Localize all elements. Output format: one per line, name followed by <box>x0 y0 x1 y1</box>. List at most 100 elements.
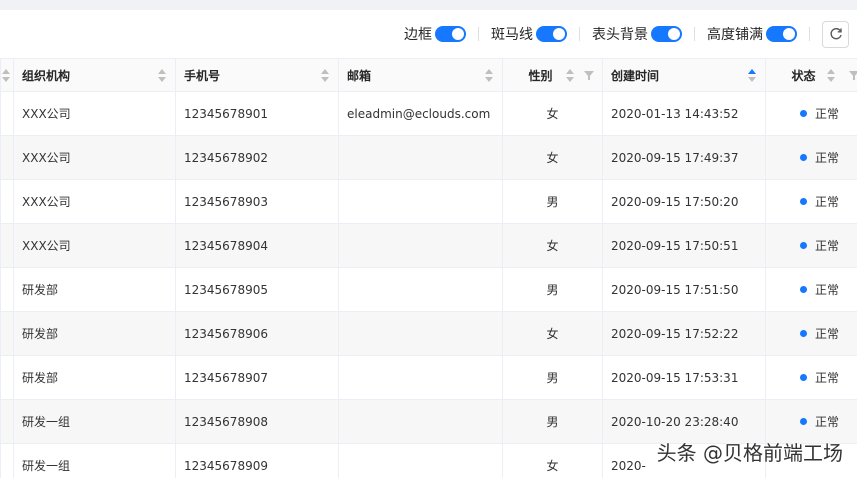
status-label: 正常 <box>814 371 839 385</box>
status-dot <box>799 110 807 117</box>
cell-phone: 12345678908 <box>175 399 339 444</box>
cell-org: 研发部 <box>13 355 176 400</box>
sort-icon[interactable] <box>566 69 574 82</box>
cell-org-text: XXX公司 <box>22 239 71 253</box>
sort-icon[interactable] <box>2 69 10 82</box>
cell-created-text: 2020-09-15 17:49:37 <box>611 150 739 165</box>
cell-phone: 12345678901 <box>175 91 339 136</box>
toolbar-divider <box>809 27 810 41</box>
cell-phone-text: 12345678904 <box>184 238 268 253</box>
cell-org: 研发一组 <box>13 443 176 478</box>
toggle-full-height[interactable]: 高度铺满 <box>707 24 797 44</box>
cell-created-text: 2020-09-15 17:50:20 <box>611 194 739 209</box>
status-label: 正常 <box>814 239 839 253</box>
toggle-stripe[interactable]: 斑马线 <box>491 24 567 44</box>
table-row[interactable]: 研发部 12345678907 男 2020-09-15 17:53:31 正常 <box>0 355 857 400</box>
sort-icon[interactable] <box>321 69 329 82</box>
cell-phone-text: 12345678906 <box>184 326 268 341</box>
cell-org: 研发部 <box>13 267 176 312</box>
table-panel: 边框 斑马线 表头背景 高度铺满 组织机构 手机号 邮箱 性别 创建时间 状态 … <box>0 10 857 478</box>
toolbar-divider <box>478 27 479 41</box>
cell-phone: 12345678902 <box>175 135 339 180</box>
cell-phone-text: 12345678909 <box>184 458 268 473</box>
column-header-label: 创建时间 <box>611 68 660 83</box>
column-header-created[interactable]: 创建时间 <box>602 58 766 92</box>
table-row[interactable]: 研发部 12345678906 女 2020-09-15 17:52:22 正常 <box>0 311 857 356</box>
watermark: 头条 @贝格前端工场 <box>656 441 843 465</box>
toggle-border[interactable]: 边框 <box>404 24 466 44</box>
cell-org-text: 研发部 <box>22 371 59 385</box>
column-header-phone[interactable]: 手机号 <box>175 58 339 92</box>
cell-gender-text: 男 <box>546 371 559 385</box>
cell-org: 研发一组 <box>13 399 176 444</box>
cell-phone: 12345678906 <box>175 311 339 356</box>
toggle-stripe-switch[interactable] <box>536 26 567 42</box>
cell-gender-text: 女 <box>546 239 559 253</box>
cell-created-text: 2020-09-15 17:51:50 <box>611 282 739 297</box>
column-header-email[interactable]: 邮箱 <box>338 58 503 92</box>
column-header-org[interactable]: 组织机构 <box>13 58 176 92</box>
status-label: 正常 <box>814 195 839 209</box>
filter-icon[interactable] <box>584 71 594 80</box>
cell-org-text: 研发部 <box>22 283 59 297</box>
cell-created: 2020-09-15 17:51:50 <box>602 267 766 312</box>
cell-gender-text: 男 <box>546 283 559 297</box>
user-table: 组织机构 手机号 邮箱 性别 创建时间 状态 XXX公司 12345678901… <box>0 58 857 478</box>
cell-gender: 女 <box>502 311 603 356</box>
cell-email <box>338 443 503 478</box>
table-row[interactable]: 研发部 12345678905 男 2020-09-15 17:51:50 正常 <box>0 267 857 312</box>
cell-org-text: 研发一组 <box>22 459 71 473</box>
status-dot <box>799 242 807 249</box>
cell-org-text: XXX公司 <box>22 151 71 165</box>
sort-icon[interactable] <box>158 69 166 82</box>
switch-knob <box>783 28 795 40</box>
cell-cut <box>0 179 14 224</box>
cell-gender-text: 男 <box>546 415 559 429</box>
status-label: 正常 <box>814 415 839 429</box>
column-header-gender[interactable]: 性别 <box>502 58 603 92</box>
status-label: 正常 <box>814 327 839 341</box>
sort-icon[interactable] <box>827 69 835 82</box>
cell-phone-text: 12345678905 <box>184 282 268 297</box>
cell-org: XXX公司 <box>13 179 176 224</box>
cell-email <box>338 267 503 312</box>
cell-gender: 女 <box>502 135 603 180</box>
filter-icon[interactable] <box>849 71 857 80</box>
toggle-header-bg[interactable]: 表头背景 <box>592 24 682 44</box>
cell-org-text: XXX公司 <box>22 107 71 121</box>
sort-icon[interactable] <box>485 69 493 82</box>
cell-created: 2020-09-15 17:50:20 <box>602 179 766 224</box>
cell-org: XXX公司 <box>13 223 176 268</box>
table-row[interactable]: XXX公司 12345678901 eleadmin@eclouds.com 女 202… <box>0 91 857 136</box>
column-header-status[interactable]: 状态 <box>765 58 857 92</box>
toggle-full-height-switch[interactable] <box>766 26 797 42</box>
sort-ascending-icon[interactable] <box>748 69 756 82</box>
table-row[interactable]: XXX公司 12345678904 女 2020-09-15 17:50:51 正常 <box>0 223 857 268</box>
column-header-label: 性别 <box>528 68 553 83</box>
cell-phone: 12345678904 <box>175 223 339 268</box>
column-header-label: 手机号 <box>184 68 221 83</box>
toolbar-divider <box>579 27 580 41</box>
cell-email <box>338 179 503 224</box>
cell-gender-text: 男 <box>546 195 559 209</box>
table-row[interactable]: XXX公司 12345678903 男 2020-09-15 17:50:20 正常 <box>0 179 857 224</box>
cell-created-text: 2020- <box>611 458 646 473</box>
cell-status: 正常 <box>765 179 857 224</box>
cell-created: 2020-09-15 17:53:31 <box>602 355 766 400</box>
toggle-header-bg-switch[interactable] <box>651 26 682 42</box>
toggle-border-label: 边框 <box>404 27 432 43</box>
status-label: 正常 <box>814 151 839 165</box>
cell-email <box>338 355 503 400</box>
cell-cut <box>0 311 14 356</box>
cell-created: 2020-01-13 14:43:52 <box>602 91 766 136</box>
cell-gender: 男 <box>502 179 603 224</box>
table-row[interactable]: XXX公司 12345678902 女 2020-09-15 17:49:37 正常 <box>0 135 857 180</box>
switch-knob <box>452 28 464 40</box>
cell-cut <box>0 355 14 400</box>
toggle-border-switch[interactable] <box>435 26 466 42</box>
column-header-label: 状态 <box>791 68 816 83</box>
refresh-button[interactable] <box>822 20 849 48</box>
cell-email: eleadmin@eclouds.com <box>338 91 503 136</box>
cell-phone-text: 12345678901 <box>184 106 268 121</box>
status-dot <box>799 198 807 205</box>
